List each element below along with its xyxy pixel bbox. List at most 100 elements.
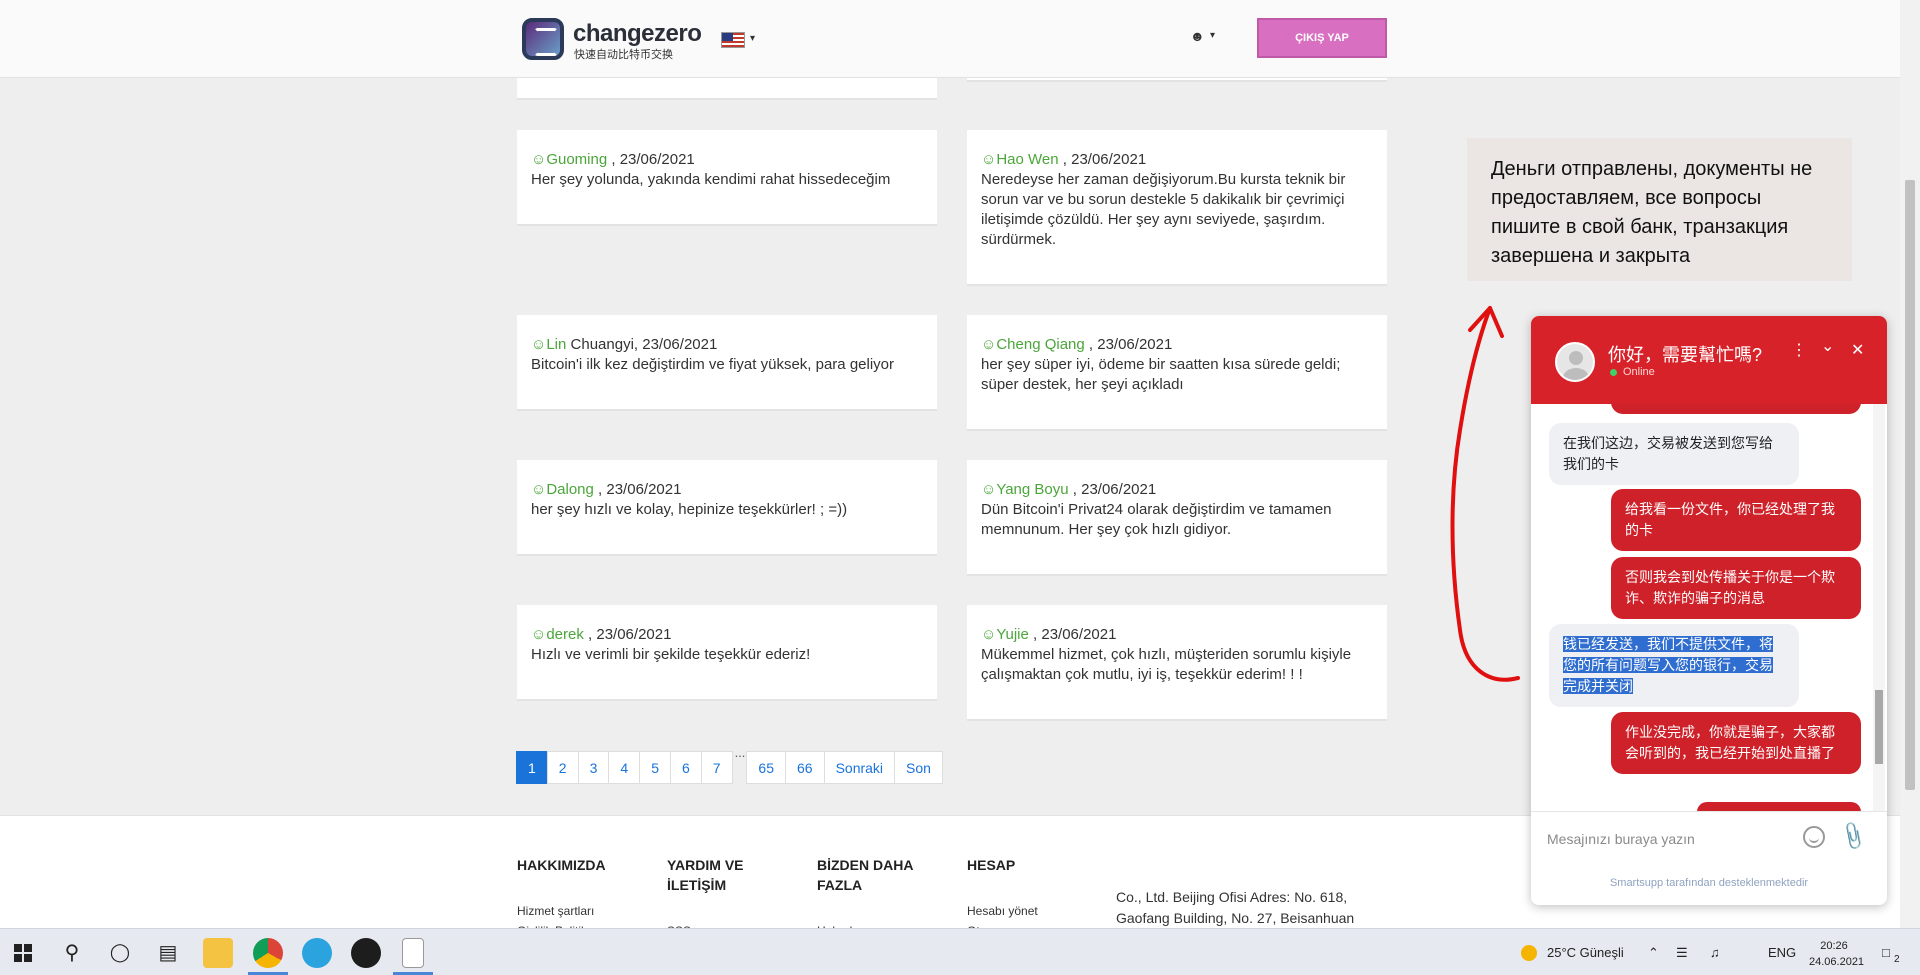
search-icon[interactable]: ⚲ xyxy=(60,940,84,964)
support-chat-widget: 你好，需要幫忙嗎? Online ⋮ ⌄ ✕ 在我们这边，交易被发送到您写给我们… xyxy=(1531,316,1887,905)
review-card: ☺Dalong , 23/06/2021 her şey hızlı ve ko… xyxy=(517,460,937,556)
review-author: ☺Yujie , 23/06/2021 xyxy=(981,625,1373,645)
chat-message-user: 作业没完成，你就是骗子，大家都会听到的，我已经开始到处直播了 xyxy=(1611,712,1861,774)
pagination-ellipsis: ... xyxy=(734,745,746,760)
chat-minimize-icon[interactable]: ⌄ xyxy=(1821,336,1834,356)
clock-date: 24.06.2021 xyxy=(1809,956,1865,968)
us-flag-icon[interactable] xyxy=(721,32,745,48)
page-scrollbar-thumb[interactable] xyxy=(1905,180,1915,790)
chat-messages[interactable]: 在我们这边，交易被发送到您写给我们的卡 给我看一份文件，你已经处理了我的卡 否则… xyxy=(1531,404,1887,811)
page-link-7[interactable]: 7 xyxy=(700,751,733,784)
task-view-icon[interactable]: ▤ xyxy=(156,940,180,964)
review-card: ☺Cheng Qiang , 23/06/2021 her şey süper … xyxy=(967,315,1387,431)
agent-avatar-icon xyxy=(1555,342,1595,382)
language-chevron-down-icon[interactable]: ▾ xyxy=(750,33,755,44)
review-name: Guoming xyxy=(546,151,608,168)
emoji-icon[interactable] xyxy=(1803,826,1825,848)
page-link-66[interactable]: 66 xyxy=(785,751,825,784)
telegram-icon[interactable] xyxy=(302,938,332,968)
chat-message-agent: 在我们这边，交易被发送到您写给我们的卡 xyxy=(1549,423,1799,485)
page-link-5[interactable]: 5 xyxy=(639,751,671,784)
weather-text[interactable]: 25°C Güneşli xyxy=(1547,945,1624,960)
user-icon[interactable]: ☻ xyxy=(1190,28,1205,44)
powered-by-smartsupp[interactable]: Smartsupp tarafından desteklenmektedir xyxy=(1531,877,1887,889)
review-text: Bitcoin'i ilk kez değiştirdim ve fiyat y… xyxy=(531,356,895,373)
smiley-icon: ☺ xyxy=(981,481,997,498)
review-text: her şey hızlı ve kolay, hepinize teşekkü… xyxy=(531,501,848,518)
review-text: her şey süper iyi, ödeme bir saatten kıs… xyxy=(981,356,1341,393)
review-author: ☺Lin Chuangyi, 23/06/2021 xyxy=(531,335,923,355)
chat-close-icon[interactable]: ✕ xyxy=(1851,340,1864,360)
review-date: , 23/06/2021 xyxy=(607,151,695,168)
review-name: Hao Wen xyxy=(996,151,1059,168)
review-card: ☺Lin Chuangyi, 23/06/2021 Bitcoin'i ilk … xyxy=(517,315,937,411)
cortana-icon[interactable]: ◯ xyxy=(108,940,132,964)
logout-button[interactable]: ÇIKIŞ YAP xyxy=(1257,18,1387,58)
review-name: Cheng Qiang xyxy=(996,336,1085,353)
review-text: Neredeyse her zaman değişiyorum.Bu kurst… xyxy=(981,171,1346,248)
chat-header: 你好，需要幫忙嗎? Online ⋮ ⌄ ✕ xyxy=(1531,316,1887,404)
page-link-4[interactable]: 4 xyxy=(608,751,641,784)
attachment-paperclip-icon[interactable]: 📎 xyxy=(1836,819,1870,853)
footer-heading-help: YARDIM VE İLETİŞİM xyxy=(667,857,744,893)
chat-menu-icon[interactable]: ⋮ xyxy=(1791,340,1807,360)
chrome-icon[interactable] xyxy=(253,938,283,968)
review-name: Lin xyxy=(546,336,567,353)
app-icon[interactable] xyxy=(351,938,381,968)
brand-tagline: 快速自动比特币交换 xyxy=(574,49,673,61)
chat-scrollbar-thumb[interactable] xyxy=(1875,690,1883,764)
review-author: ☺Cheng Qiang , 23/06/2021 xyxy=(981,335,1373,355)
notification-count: 2 xyxy=(1894,954,1900,965)
chat-title: 你好，需要幫忙嗎? xyxy=(1608,345,1763,365)
changezero-logo-icon[interactable] xyxy=(522,18,564,60)
page-link-1[interactable]: 1 xyxy=(516,751,548,784)
review-text: Hızlı ve verimli bir şekilde teşekkür ed… xyxy=(531,646,811,663)
footer-heading-account: HESAP xyxy=(967,857,1016,873)
pagination: 1 2 3 4 5 6 7 ... 65 66 Sonraki Son xyxy=(516,745,943,784)
tray-network-icon[interactable]: ☰ xyxy=(1676,945,1688,961)
page-link-2[interactable]: 2 xyxy=(546,751,579,784)
taskbar-clock[interactable]: 20:26 24.06.2021 xyxy=(1809,938,1865,970)
review-card: ☺Yang Boyu , 23/06/2021 Dün Bitcoin'i Pr… xyxy=(967,460,1387,576)
footer-address: Co., Ltd. Beijing Ofisi Adres: No. 618, … xyxy=(1116,889,1355,926)
last-page-link[interactable]: Son xyxy=(894,751,943,784)
review-card: ☺Guoming , 23/06/2021 Her şey yolunda, y… xyxy=(517,130,937,226)
tray-chevron-icon[interactable]: ⌃ xyxy=(1648,945,1659,961)
review-date: , 23/06/2021 xyxy=(1068,481,1157,498)
review-card-partial xyxy=(517,78,937,100)
user-chevron-down-icon[interactable]: ▾ xyxy=(1210,30,1215,41)
online-status-icon xyxy=(1610,369,1617,376)
review-author: ☺Dalong , 23/06/2021 xyxy=(531,480,923,500)
windows-start-icon[interactable] xyxy=(14,944,32,962)
notifications-icon[interactable]: □ xyxy=(1882,945,1890,960)
page-link-6[interactable]: 6 xyxy=(669,751,702,784)
footer-link-manage-account[interactable]: Hesabı yönet xyxy=(967,904,1038,918)
language-indicator[interactable]: ENG xyxy=(1768,945,1796,960)
review-name: Dalong xyxy=(546,481,594,498)
review-card: ☺Yujie , 23/06/2021 Mükemmel hizmet, çok… xyxy=(967,605,1387,721)
footer-link-terms[interactable]: Hizmet şartları xyxy=(517,904,594,918)
chat-message-user: 给我看一份文件，你已经处理了我的卡 xyxy=(1611,489,1861,551)
review-text: Her şey yolunda, yakında kendimi rahat h… xyxy=(531,171,891,188)
weather-sun-icon[interactable] xyxy=(1521,945,1537,961)
chat-status: Online xyxy=(1623,366,1655,378)
red-arrow-annotation xyxy=(1450,306,1520,682)
tray-volume-icon[interactable]: ♫ xyxy=(1710,945,1720,960)
brand-name[interactable]: changezero xyxy=(573,20,702,48)
review-text: Mükemmel hizmet, çok hızlı, müşteriden s… xyxy=(981,646,1352,683)
review-author: ☺derek , 23/06/2021 xyxy=(531,625,923,645)
chat-message-input[interactable] xyxy=(1547,826,1807,852)
smiley-icon: ☺ xyxy=(531,151,547,168)
page-link-3[interactable]: 3 xyxy=(577,751,610,784)
chat-message-partial xyxy=(1697,802,1861,811)
review-text: Dün Bitcoin'i Privat24 olarak değiştirdi… xyxy=(981,501,1332,538)
page-link-65[interactable]: 65 xyxy=(746,751,786,784)
smiley-icon: ☺ xyxy=(531,336,547,353)
review-name: Yujie xyxy=(996,626,1029,643)
chat-message-user: 否则我会到处传播关于你是一个欺诈、欺诈的骗子的消息 xyxy=(1611,557,1861,619)
smiley-icon: ☺ xyxy=(981,626,997,643)
notepad-icon[interactable] xyxy=(402,938,424,968)
file-explorer-icon[interactable] xyxy=(203,938,233,968)
review-author: ☺Guoming , 23/06/2021 xyxy=(531,150,923,170)
next-page-link[interactable]: Sonraki xyxy=(823,751,896,784)
